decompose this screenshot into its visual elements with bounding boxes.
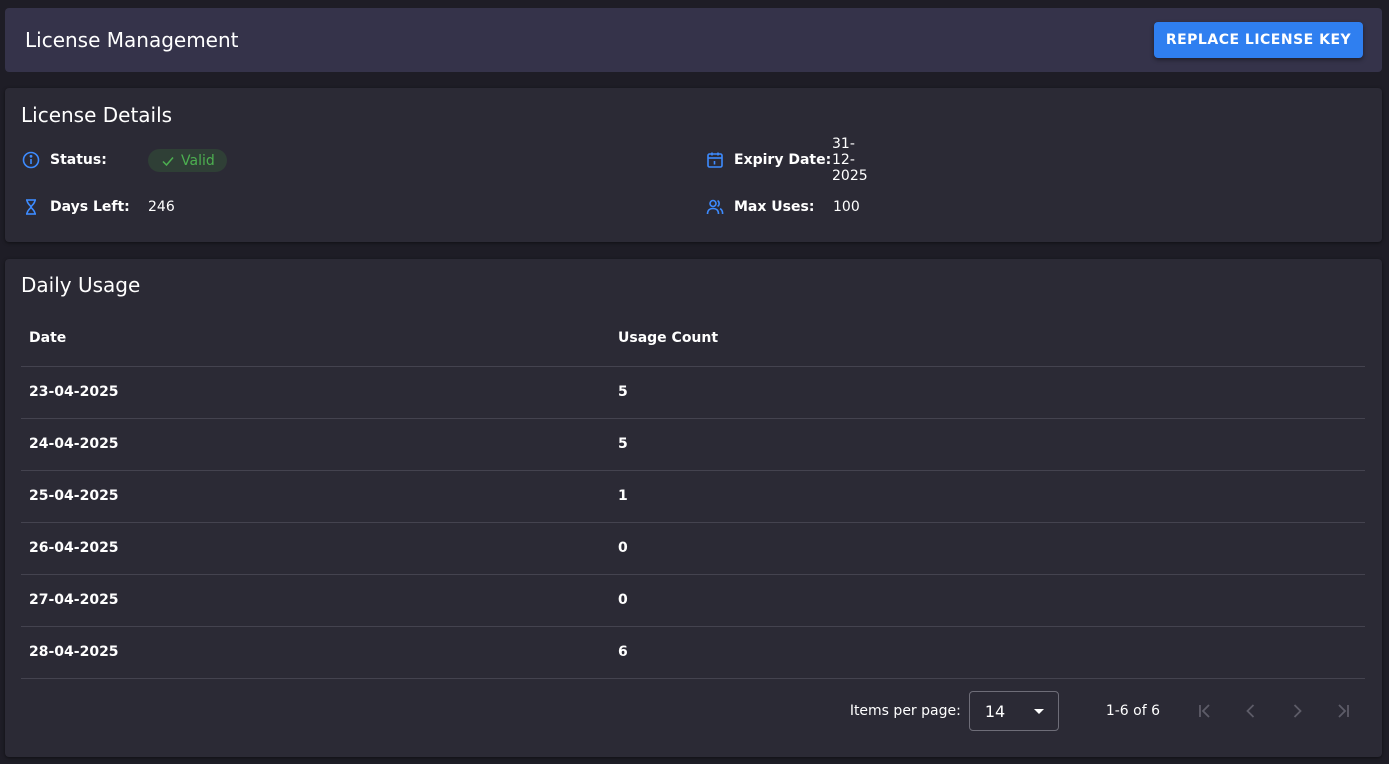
table-row: 23-04-2025 5 — [21, 366, 1365, 419]
date-cell: 28-04-2025 — [21, 626, 610, 679]
items-per-page-label: Items per page: — [849, 703, 961, 719]
first-page-icon — [1199, 704, 1210, 718]
dropdown-arrow-icon — [1033, 708, 1044, 714]
usage-count-cell: 1 — [610, 470, 1365, 523]
page-header: License Management REPLACE LICENSE KEY — [5, 8, 1382, 72]
paginator: Items per page: 14 1-6 of 6 — [850, 691, 1366, 731]
table-row: 26-04-2025 0 — [21, 522, 1365, 575]
page-title: License Management — [25, 28, 239, 52]
next-page-button[interactable] — [1274, 691, 1320, 731]
chevron-right-icon — [1293, 704, 1302, 718]
date-cell: 24-04-2025 — [21, 418, 610, 471]
max-uses-value: 100 — [833, 199, 860, 215]
license-details-title: License Details — [21, 103, 173, 127]
column-header-usage-count[interactable]: Usage Count — [610, 311, 1365, 367]
column-header-date[interactable]: Date — [21, 311, 610, 367]
table-row: 25-04-2025 1 — [21, 470, 1365, 523]
date-cell: 25-04-2025 — [21, 470, 610, 523]
status-badge: Valid — [148, 149, 227, 172]
range-label: 1-6 of 6 — [1105, 703, 1160, 719]
table-row: 27-04-2025 0 — [21, 574, 1365, 627]
first-page-button[interactable] — [1182, 691, 1228, 731]
expiry-date-field: Expiry Date: 31-12-2025 — [705, 136, 868, 184]
days-left-field: Days Left: 246 — [21, 195, 175, 219]
status-field: Status: — [21, 148, 107, 172]
status-label: Status: — [50, 152, 107, 168]
expiry-date-label: Expiry Date: — [734, 152, 832, 168]
table-row: 28-04-2025 6 — [21, 626, 1365, 679]
daily-usage-title: Daily Usage — [21, 273, 141, 297]
expiry-date-value: 31-12-2025 — [832, 136, 868, 184]
last-page-icon — [1338, 704, 1349, 718]
chevron-left-icon — [1246, 704, 1255, 718]
daily-usage-card: Daily Usage Date Usage Count 23-04-2025 … — [5, 259, 1382, 757]
usage-count-cell: 0 — [610, 574, 1365, 627]
users-icon — [705, 197, 725, 217]
replace-license-key-button[interactable]: REPLACE LICENSE KEY — [1154, 22, 1363, 58]
date-cell: 27-04-2025 — [21, 574, 610, 627]
check-icon — [162, 156, 174, 166]
calendar-icon — [705, 150, 725, 170]
items-per-page-select[interactable]: 14 — [968, 691, 1059, 731]
previous-page-button[interactable] — [1228, 691, 1274, 731]
items-per-page-value: 14 — [984, 701, 1006, 721]
date-cell: 23-04-2025 — [21, 366, 610, 419]
table-header-row: Date Usage Count — [21, 311, 1365, 367]
usage-count-cell: 0 — [610, 522, 1365, 575]
info-icon — [21, 150, 41, 170]
days-left-label: Days Left: — [50, 199, 130, 215]
last-page-button[interactable] — [1320, 691, 1366, 731]
status-value: Valid — [181, 152, 215, 169]
usage-count-cell: 5 — [610, 366, 1365, 419]
max-uses-label: Max Uses: — [734, 199, 815, 215]
usage-count-cell: 5 — [610, 418, 1365, 471]
hourglass-icon — [21, 197, 41, 217]
usage-table: Date Usage Count 23-04-2025 5 24-04-2025… — [21, 311, 1365, 679]
date-cell: 26-04-2025 — [21, 522, 610, 575]
table-row: 24-04-2025 5 — [21, 418, 1365, 471]
days-left-value: 246 — [148, 199, 175, 215]
usage-count-cell: 6 — [610, 626, 1365, 679]
max-uses-field: Max Uses: 100 — [705, 195, 860, 219]
license-details-card: License Details Status: Valid Days Left: — [5, 88, 1382, 242]
